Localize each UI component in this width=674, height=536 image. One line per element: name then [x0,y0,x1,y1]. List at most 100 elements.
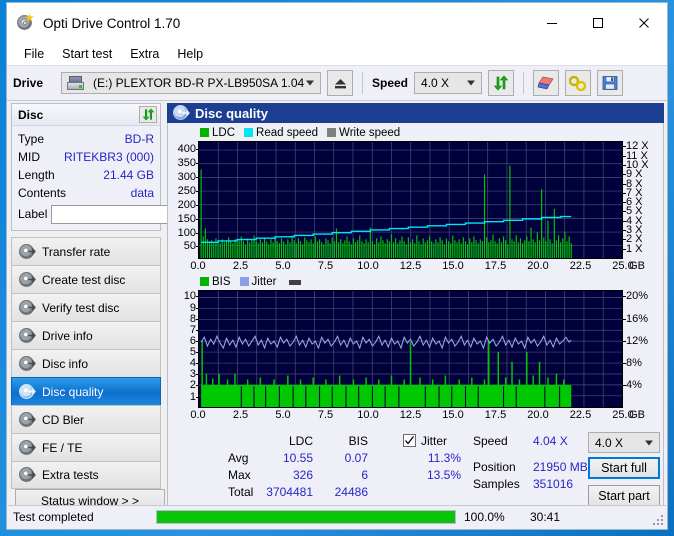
toolbar-separator [523,72,525,94]
menu-item-help[interactable]: Help [168,45,212,63]
sidebar-item-disc-info[interactable]: Disc info [11,349,161,377]
resize-grip[interactable] [653,515,663,525]
disc-icon [19,299,36,316]
start-full-button[interactable]: Start full [588,457,660,479]
disc-row-contents: Contents data [18,184,154,202]
menu-item-extra[interactable]: Extra [121,45,168,63]
minimize-button[interactable] [529,3,575,43]
stats-max-bis: 6 [361,468,368,482]
x-tick: 10.0 [357,409,379,421]
close-button[interactable] [621,3,667,43]
x-tick: 17.5 [484,409,507,421]
x-tick: 20.0 [527,409,549,421]
x-tick: 20.0 [527,260,549,272]
disc-row-type: Type BD-R [18,130,154,148]
jitter-label: Jitter [421,434,448,448]
stats-avg-bis: 0.07 [344,451,368,465]
statistics-area: LDC BIS Avg 10.55 0.07 Max 326 6 Total 3… [168,432,663,512]
legend-swatch-jitter [239,277,249,286]
sidebar-item-disc-quality[interactable]: Disc quality [11,377,161,405]
disc-row-mid-value: RITEKBR3 (000) [63,150,154,164]
samples-label: Samples [473,477,520,491]
eraser-button[interactable] [533,70,560,96]
legend-swatch-extra [289,279,302,285]
stats-max-ldc: 326 [292,468,313,482]
stats-row-max-label: Max [228,468,251,482]
progress-bar [156,510,456,524]
stats-row-total-label: Total [228,485,254,499]
chart-top-y-axis-left: 400 350 300 250 200 150 100 50 [170,141,201,259]
menu-item-start-test[interactable]: Start test [53,45,121,63]
sidebar-item-extra-tests[interactable]: Extra tests [11,461,161,489]
chevron-down-icon [467,80,476,86]
disc-panel-header: Disc [11,103,161,125]
disc-icon [19,411,36,428]
window-controls [529,3,667,43]
tools-button[interactable] [565,70,592,96]
y-tick-right: 4% [623,379,642,392]
x-tick: 2.5 [232,260,249,272]
start-part-button[interactable]: Start part [588,485,660,507]
jitter-checkbox[interactable] [403,433,416,447]
disc-label-row: Label [18,203,236,225]
chart-legend-bottom: BIS Jitter [170,274,661,290]
disc-icon [19,355,36,372]
refresh-button[interactable] [488,70,515,96]
x-tick: 15.0 [442,260,464,272]
disc-info-panel: Type BD-R MID RITEKBR3 (000) Length 21.4… [11,125,236,231]
save-button[interactable] [597,70,624,96]
test-nav-list: Transfer rate Create test disc Verify te… [11,237,161,489]
chevron-down-icon [645,440,653,445]
legend-swatch-ldc [200,128,209,137]
sidebar-item-fe-te[interactable]: FE / TE [11,433,161,461]
legend-label-jitter: Jitter [251,276,277,288]
position-value: 21950 MB [533,460,588,474]
position-label: Position [473,460,516,474]
left-sidebar: Disc Type BD-R MID RITEKBR3 (000) Length… [11,103,236,513]
disc-icon [19,383,36,400]
toolbar-separator [362,72,363,94]
drive-select[interactable]: (E:) PLEXTOR BD-R PX-LB950SA 1.04 [61,72,321,94]
disc-icon [19,243,36,260]
y-tick: 100 [177,226,201,239]
application-window: Opti Drive Control 1.70 File Start test … [6,2,668,530]
test-speed-select[interactable]: 4.0 X [588,432,660,453]
x-tick: 0.0 [190,260,206,272]
drive-toolbar: Drive (E:) PLEXTOR BD-R PX-LB950SA 1.04 … [7,65,667,101]
disc-row-length-value: 21.44 GB [103,168,154,182]
disc-quality-header: Disc quality [167,103,664,123]
disc-refresh-button[interactable] [139,106,157,123]
x-tick: 15.0 [442,409,464,421]
disc-row-type-key: Type [18,132,45,146]
stats-total-ldc: 3704481 [266,485,313,499]
y-tick: 50 [183,240,201,253]
sidebar-item-cd-bler[interactable]: CD Bler [11,405,161,433]
chart-bottom-plot-area[interactable] [198,290,623,408]
status-message: Test completed [13,510,94,524]
x-tick: 5.0 [275,409,291,421]
chart-top-plot-area[interactable] [198,141,623,259]
content-area: Disc Type BD-R MID RITEKBR3 (000) Length… [7,103,667,514]
x-tick: 0.0 [190,409,206,421]
disc-icon [19,439,36,456]
sidebar-item-label: FE / TE [42,440,83,455]
y-tick: 5 [189,346,201,359]
y-tick: 400 [177,143,201,156]
chart-legend-top: LDC Read speed Write speed [170,125,661,141]
y-tick-right: 1 X [623,242,643,255]
speed-select[interactable]: 4.0 X [414,72,483,94]
sidebar-item-drive-info[interactable]: Drive info [11,321,161,349]
sidebar-item-verify-test-disc[interactable]: Verify test disc [11,293,161,321]
disc-icon [19,327,36,344]
sidebar-item-create-test-disc[interactable]: Create test disc [11,265,161,293]
x-tick: 22.5 [569,409,592,421]
stats-total-bis: 24486 [334,485,368,499]
eject-button[interactable] [327,70,353,96]
legend-bis: BIS [200,276,231,288]
sidebar-item-transfer-rate[interactable]: Transfer rate [11,237,161,265]
maximize-button[interactable] [575,3,621,43]
chart-top-x-axis: 0.0 2.5 5.0 7.5 10.0 12.5 15.0 17.5 20.0… [190,260,645,274]
disc-row-type-value: BD-R [124,132,154,146]
menu-item-file[interactable]: File [15,45,53,63]
chevron-down-icon [306,80,314,86]
